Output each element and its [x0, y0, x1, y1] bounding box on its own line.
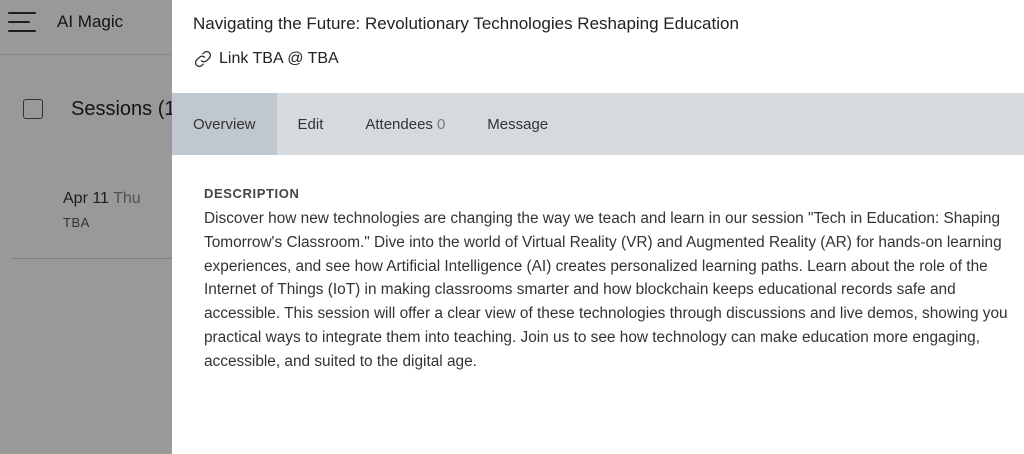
tab-attendees[interactable]: Attendees 0	[344, 93, 466, 155]
session-detail-drawer: Navigating the Future: Revolutionary Tec…	[172, 0, 1024, 454]
attendees-count: 0	[436, 115, 446, 133]
description-heading: DESCRIPTION	[204, 186, 300, 201]
session-link-text: Link TBA @ TBA	[219, 50, 339, 67]
tab-edit[interactable]: Edit	[277, 93, 345, 155]
session-link[interactable]: Link TBA @ TBA	[193, 49, 339, 69]
tab-message-label: Message	[487, 115, 549, 133]
link-icon	[194, 50, 212, 68]
session-title: Navigating the Future: Revolutionary Tec…	[193, 14, 739, 33]
drawer-tabs: Overview Edit Attendees 0 Message	[172, 93, 1024, 155]
tab-attendees-label: Attendees	[365, 115, 433, 133]
tab-overview-label: Overview	[193, 115, 256, 133]
tab-overview[interactable]: Overview	[172, 93, 277, 155]
description-text: Discover how new technologies are changi…	[204, 210, 1008, 370]
overview-content: DESCRIPTION Discover how new technologie…	[204, 186, 1009, 374]
tab-message[interactable]: Message	[466, 93, 569, 155]
tab-edit-label: Edit	[297, 115, 324, 133]
